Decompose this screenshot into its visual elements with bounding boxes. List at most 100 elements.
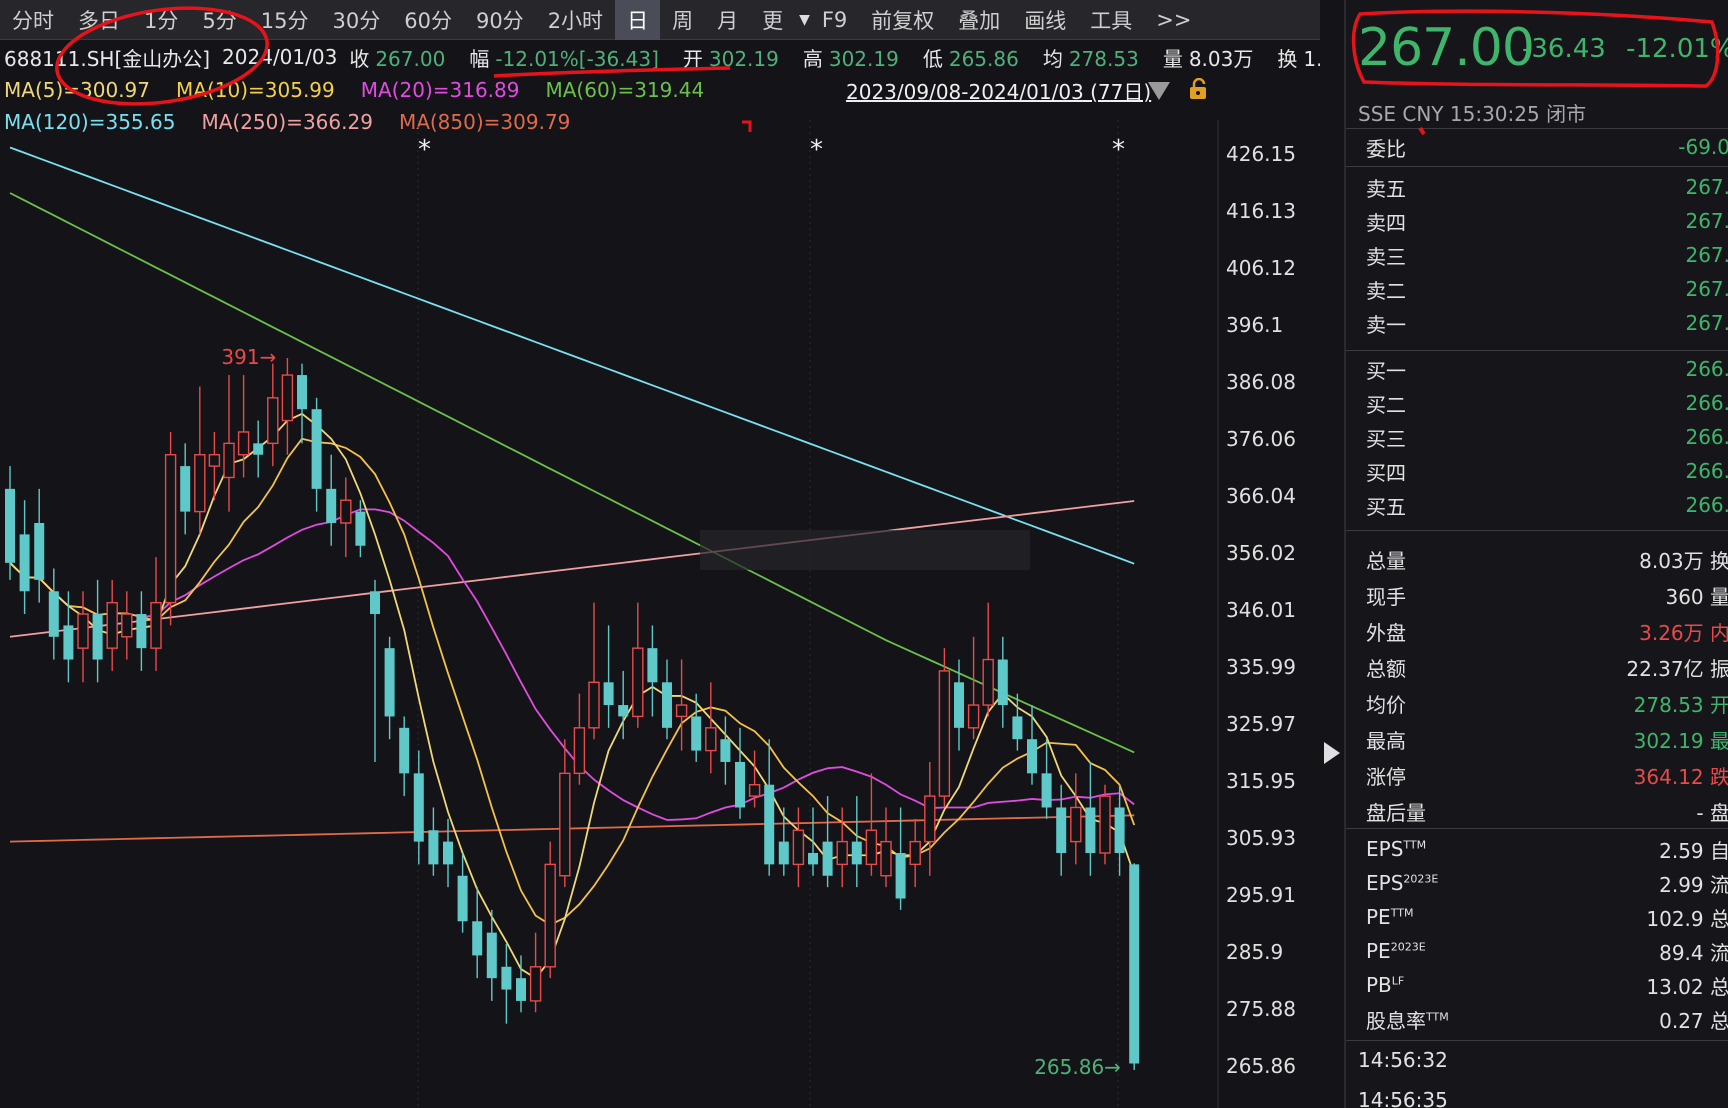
candle-body bbox=[675, 704, 688, 718]
candle bbox=[851, 796, 862, 888]
candle-body bbox=[77, 613, 89, 649]
period-tab[interactable]: F9 bbox=[810, 0, 859, 40]
ask-row: 卖五 267. bbox=[1346, 170, 1728, 204]
period-tab[interactable]: 月 bbox=[705, 0, 750, 40]
candle bbox=[150, 557, 162, 671]
period-tab[interactable]: 60分 bbox=[392, 0, 464, 40]
fundamental-row-sup: LF bbox=[1391, 974, 1405, 988]
fundamental-row: PETTM 102.9 总 bbox=[1346, 900, 1728, 934]
period-tab[interactable]: 多日 bbox=[66, 0, 132, 40]
candle bbox=[180, 443, 191, 535]
candle-body bbox=[559, 772, 571, 877]
ask-row-value: 267. bbox=[1685, 175, 1728, 199]
candle bbox=[1041, 739, 1052, 819]
candle-body bbox=[281, 374, 294, 422]
candle-body bbox=[618, 705, 629, 717]
period-tab[interactable]: 15分 bbox=[249, 0, 321, 40]
candle-body bbox=[180, 466, 191, 512]
fundamental-row: PBLF 13.02 总 bbox=[1346, 968, 1728, 1002]
fundamental-row-value: 2.59 自 bbox=[1659, 838, 1728, 863]
period-tab[interactable]: 分时 bbox=[0, 0, 66, 40]
candle-body bbox=[895, 852, 906, 899]
candle bbox=[413, 750, 424, 865]
candle-body bbox=[297, 375, 307, 410]
price-axis-tick: 366.04 bbox=[1226, 484, 1296, 508]
more-caret-icon[interactable]: ▼ bbox=[799, 12, 810, 28]
fundamental-row-value: 89.4 流 bbox=[1659, 940, 1728, 965]
candle bbox=[340, 477, 352, 558]
candle bbox=[48, 568, 59, 660]
candle-body bbox=[808, 852, 818, 865]
bid-row-label-text: 买五 bbox=[1366, 494, 1406, 519]
dropdown-triangle-icon[interactable] bbox=[1148, 82, 1170, 100]
candle-body bbox=[997, 659, 1008, 706]
fundamental-row-value: 102.9 总 bbox=[1646, 906, 1728, 931]
candle-body bbox=[880, 840, 892, 877]
ask-row-label: 卖二 bbox=[1366, 275, 1406, 304]
fundamental-row-label: EPSTTM bbox=[1366, 837, 1426, 861]
panel-toggle-arrow-icon[interactable] bbox=[1324, 742, 1340, 764]
period-tab[interactable]: 2小时 bbox=[536, 0, 615, 40]
candle-body bbox=[705, 727, 717, 752]
candle-body bbox=[92, 614, 103, 660]
period-tab[interactable]: 1分 bbox=[132, 0, 190, 40]
period-tab[interactable]: 30分 bbox=[320, 0, 392, 40]
ask-row: 卖一 267. bbox=[1346, 306, 1728, 340]
fundamental-row-label-text: EPS bbox=[1366, 871, 1404, 895]
close-value: 267.00 bbox=[375, 46, 446, 71]
high-price-label: 391→ bbox=[221, 345, 276, 369]
date-range-selector[interactable]: 2023/09/08-2024/01/03 (77日) bbox=[846, 76, 1151, 105]
tick-time: 14:56:35 bbox=[1358, 1088, 1448, 1108]
stat-row-label-text: 现手 bbox=[1366, 584, 1406, 609]
bid-row-value: 266. bbox=[1685, 357, 1728, 381]
candle-body bbox=[588, 681, 600, 729]
candle-body bbox=[486, 932, 497, 979]
period-tab[interactable]: 画线 bbox=[1012, 0, 1078, 40]
candle bbox=[720, 716, 731, 785]
candle-body bbox=[267, 397, 279, 445]
bid-row-label: 买三 bbox=[1366, 423, 1406, 452]
price-axis-tick: 315.95 bbox=[1226, 769, 1296, 793]
period-tab[interactable]: 90分 bbox=[464, 0, 536, 40]
stat-row-label: 总额 bbox=[1366, 653, 1406, 682]
fundamental-row-value: 0.27 总 bbox=[1659, 1008, 1728, 1033]
candle-body bbox=[967, 704, 980, 729]
candle bbox=[895, 807, 906, 910]
amp-value: -12.01%[-36.43] bbox=[495, 46, 659, 71]
stat-row-value: 278.53 开 bbox=[1633, 692, 1728, 717]
fundamental-row-value: 2.99 流 bbox=[1659, 872, 1728, 897]
symbol-name[interactable]: 688111.SH[金山办公] bbox=[4, 43, 210, 72]
change-value: -36.43 bbox=[1522, 34, 1606, 64]
candlestick-chart[interactable]: * * * 391→ 265.86→ 426.15 416.13 406.12 396.1 38… bbox=[0, 120, 1320, 1108]
candle-body bbox=[544, 863, 556, 968]
period-tab[interactable]: 前复权 bbox=[859, 0, 946, 40]
candle-body bbox=[691, 716, 702, 751]
candle bbox=[632, 602, 644, 728]
event-star-marker: * bbox=[1112, 135, 1125, 165]
price-axis-tick: 295.91 bbox=[1226, 883, 1296, 907]
period-tab[interactable]: 工具 bbox=[1078, 0, 1144, 40]
period-tab[interactable]: 叠加 bbox=[946, 0, 1012, 40]
order-ratio-value: -69.0 bbox=[1678, 135, 1728, 159]
ask-row-label: 卖三 bbox=[1366, 241, 1406, 270]
candle bbox=[997, 636, 1008, 728]
ma10-label: MA(10)=305.99 bbox=[176, 78, 335, 102]
period-tab[interactable]: >> bbox=[1144, 0, 1203, 40]
fundamental-row-sup: TTM bbox=[1403, 838, 1427, 852]
stat-row-value: 3.26万 内 bbox=[1639, 620, 1728, 645]
fundamental-row: EPSTTM 2.59 自 bbox=[1346, 832, 1728, 866]
candle-body bbox=[48, 591, 59, 637]
period-tab[interactable]: 5分 bbox=[190, 0, 248, 40]
stat-row-value: 8.03万 换 bbox=[1639, 548, 1728, 573]
period-tab[interactable]: 日 bbox=[615, 0, 661, 40]
candle-body bbox=[384, 648, 395, 717]
period-tab[interactable]: 更 bbox=[750, 0, 795, 40]
candle bbox=[1027, 705, 1037, 785]
fundamental-row-label-text: 股息率 bbox=[1366, 1008, 1426, 1033]
stat-row-label: 涨停 bbox=[1366, 761, 1406, 790]
candle bbox=[967, 636, 980, 740]
period-tab[interactable]: 周 bbox=[660, 0, 705, 40]
lock-icon[interactable] bbox=[1188, 78, 1208, 100]
candle bbox=[1085, 761, 1096, 876]
candle bbox=[662, 659, 672, 740]
